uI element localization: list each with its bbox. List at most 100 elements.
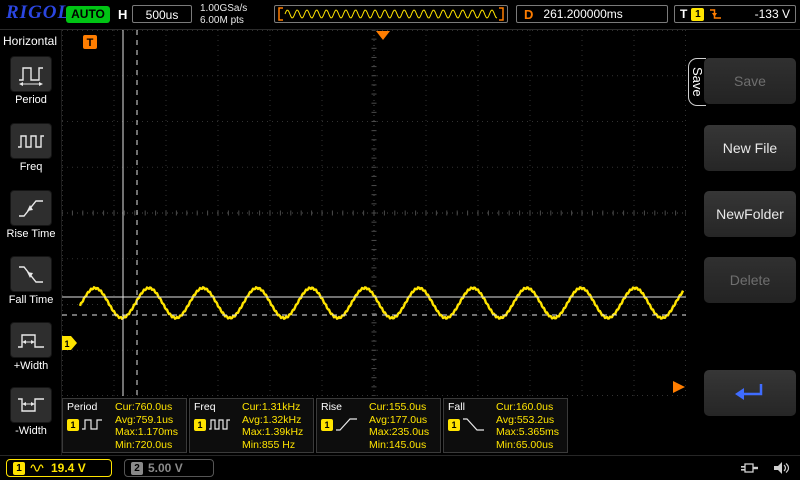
save-button-label: Save (734, 73, 766, 89)
freq-icon (10, 123, 52, 159)
preview-left-bracket-icon (279, 8, 283, 20)
trigger-position-marker[interactable] (376, 31, 390, 40)
measurement-max: Max:235.0us (369, 426, 436, 439)
right-softkey-menu: Save Save New File NewFolder Delete (686, 30, 800, 455)
timebase-value: 500us (132, 5, 192, 23)
period-icon (10, 56, 52, 92)
ch1-coupling-icon (30, 463, 46, 473)
trigger-label: T (680, 7, 687, 21)
left-menu-title: Horizontal (0, 30, 61, 48)
measurement-min: Min:65.00us (496, 439, 563, 452)
usb-icon (738, 460, 760, 476)
ch1-status: 1 19.4 V (6, 459, 112, 477)
measurement-panel-freq: Freq 1 Cur:1.31kHz Avg:1.32kHz Max:1.39k… (189, 398, 314, 453)
menu-item-label: Period (0, 94, 62, 106)
menu-item-freq[interactable]: Freq (0, 123, 62, 173)
trigger-readout: T 1 -133 V (674, 5, 796, 23)
menu-item-period[interactable]: Period (0, 56, 62, 106)
measurement-avg: Avg:553.2us (496, 414, 563, 427)
channel-badge: 1 (448, 419, 460, 431)
menu-item-label: Rise Time (0, 228, 62, 240)
trigger-corner-marker: T (83, 35, 97, 49)
minus-width-icon (10, 387, 52, 423)
rise-time-icon (10, 190, 52, 226)
measurement-min: Min:720.0us (115, 439, 182, 452)
plus-width-icon (10, 322, 52, 358)
measurement-panel-fall: Fall 1 Cur:160.0us Avg:553.2us Max:5.365… (443, 398, 568, 453)
speaker-icon (772, 461, 790, 475)
period-glyph-icon (81, 417, 105, 432)
trigger-level-value: -133 V (755, 7, 790, 21)
menu-item-fall-time[interactable]: Fall Time (0, 256, 62, 306)
menu-item-rise-time[interactable]: Rise Time (0, 190, 62, 240)
status-header: RIGOL AUTO H 500us 1.00GSa/s 6.00M pts D… (0, 0, 800, 30)
menu-item-label: +Width (0, 360, 62, 372)
channel-badge: 1 (321, 419, 333, 431)
delete-button[interactable]: Delete (704, 257, 796, 303)
oscilloscope-screen: RIGOL AUTO H 500us 1.00GSa/s 6.00M pts D… (0, 0, 800, 480)
menu-item-label: Freq (0, 161, 62, 173)
delay-offscreen-marker (673, 381, 685, 393)
waveform-preview-svg (275, 6, 507, 22)
measurement-avg: Avg:1.32kHz (242, 414, 309, 427)
ch2-number-badge: 2 (131, 462, 143, 475)
ch1-scale: 19.4 V (51, 461, 86, 475)
left-measure-menu: Horizontal Period Freq Rise Time Fall Ti… (0, 30, 62, 455)
measurement-min: Min:145.0us (369, 439, 436, 452)
waveform-preview (274, 5, 508, 23)
back-button[interactable] (704, 370, 796, 416)
measurement-min: Min:855 Hz (242, 439, 309, 452)
ch1-level-marker[interactable]: 1 (62, 336, 77, 350)
ch1-waveform (80, 287, 683, 318)
measurement-panel-period: Period 1 Cur:760.0us Avg:759.1us Max:1.1… (62, 398, 187, 453)
measurement-title: Fall (448, 401, 496, 414)
memory-depth: 6.00M pts (200, 15, 247, 27)
center-axis-ticks (62, 30, 686, 396)
horizontal-label: H (118, 7, 127, 22)
delay-value: 261.200000ms (543, 7, 622, 21)
freq-glyph-icon (208, 417, 232, 432)
fall-glyph-icon (462, 417, 486, 432)
trigger-source-badge: 1 (691, 8, 704, 21)
menu-item-label: -Width (0, 425, 62, 437)
rigol-logo: RIGOL (6, 2, 70, 24)
ch2-scale: 5.00 V (148, 461, 183, 475)
rise-glyph-icon (335, 417, 359, 432)
svg-text:T: T (87, 37, 94, 49)
save-button[interactable]: Save (704, 58, 796, 104)
measurement-bar: Period 1 Cur:760.0us Avg:759.1us Max:1.1… (62, 396, 686, 455)
measurement-cur: Cur:1.31kHz (242, 401, 309, 414)
return-arrow-icon (731, 380, 769, 406)
measurement-panel-rise: Rise 1 Cur:155.0us Avg:177.0us Max:235.0… (316, 398, 441, 453)
run-state-badge: AUTO (66, 6, 110, 23)
new-folder-button[interactable]: NewFolder (704, 191, 796, 237)
new-file-button-label: New File (723, 140, 777, 156)
measurement-cur: Cur:160.0us (496, 401, 563, 414)
sample-rate: 1.00GSa/s (200, 3, 247, 15)
channel-badge: 1 (194, 419, 206, 431)
preview-wave (285, 10, 497, 18)
measurement-title: Freq (194, 401, 242, 414)
channel-badge: 1 (67, 419, 79, 431)
delay-readout: D 261.200000ms (516, 5, 668, 23)
fall-time-icon (10, 256, 52, 292)
svg-text:1: 1 (64, 339, 69, 349)
measurement-avg: Avg:759.1us (115, 414, 182, 427)
graticule-area: T 1 (62, 30, 686, 396)
delay-label: D (524, 7, 533, 22)
measurement-avg: Avg:177.0us (369, 414, 436, 427)
ch1-number-badge: 1 (13, 462, 25, 475)
new-file-button[interactable]: New File (704, 125, 796, 171)
measurement-title: Period (67, 401, 115, 414)
menu-item-plus-width[interactable]: +Width (0, 322, 62, 372)
delete-button-label: Delete (730, 272, 770, 288)
channel-status-bar: 1 19.4 V 2 5.00 V (0, 455, 800, 480)
acquisition-info: 1.00GSa/s 6.00M pts (200, 3, 247, 27)
measurement-cur: Cur:155.0us (369, 401, 436, 414)
menu-item-minus-width[interactable]: -Width (0, 387, 62, 437)
falling-edge-icon (708, 7, 723, 21)
measurement-max: Max:1.170ms (115, 426, 182, 439)
menu-item-label: Fall Time (0, 294, 62, 306)
measurement-max: Max:5.365ms (496, 426, 563, 439)
preview-right-bracket-icon (499, 8, 503, 20)
